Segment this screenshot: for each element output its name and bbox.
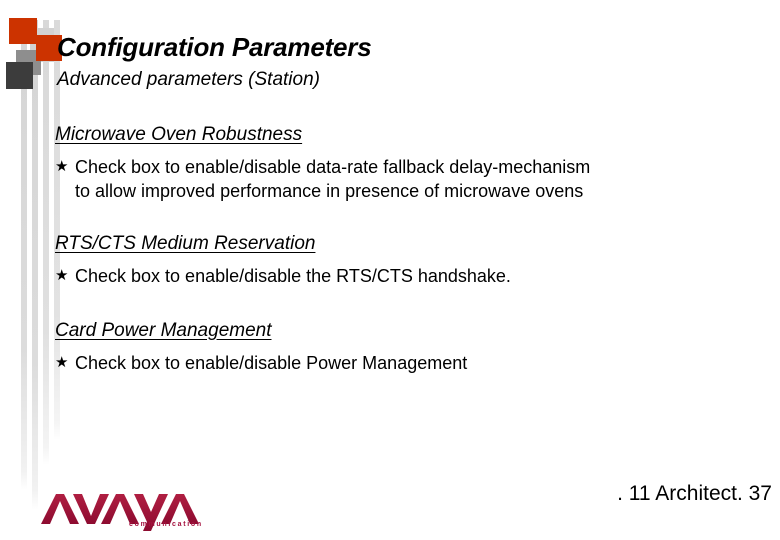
bullet-text: Check box to enable/disable Power Manage… <box>75 352 468 373</box>
decorative-square-mid-gray <box>16 50 41 75</box>
decorative-vertical-line-3 <box>43 20 49 465</box>
section-heading: Microwave Oven Robustness <box>55 124 303 145</box>
section-heading: Card Power Management <box>55 319 272 341</box>
logo-tagline: communication <box>129 521 203 528</box>
star-bullet-icon: ★ <box>55 157 69 175</box>
star-bullet-icon: ★ <box>55 353 69 371</box>
page-title: Configuration Parameters <box>57 32 372 62</box>
bullet-text: Check box to enable/disable data-rate fa… <box>75 156 591 201</box>
slide-content: Microwave Oven Robustness ★ Check box to… <box>55 124 767 375</box>
section-card-power-management: Card Power Management ★ Check box to ena… <box>55 320 767 375</box>
bullet-item: ★ Check box to enable/disable Power Mana… <box>55 351 767 375</box>
decorative-vertical-line-1 <box>21 20 27 490</box>
bullet-item: ★ Check box to enable/disable the RTS/CT… <box>55 264 767 288</box>
bullet-text: Check box to enable/disable the RTS/CTS … <box>75 265 511 286</box>
avaya-logo: communication <box>38 486 238 536</box>
bullet-item: ★ Check box to enable/disable data-rate … <box>55 155 767 203</box>
star-bullet-icon: ★ <box>55 266 69 284</box>
decorative-square-red-upper <box>9 18 37 44</box>
decorative-square-dark-gray <box>6 62 33 89</box>
slide-canvas: Configuration Parameters Advanced parame… <box>0 0 780 540</box>
page-subtitle: Advanced parameters (Station) <box>57 69 320 91</box>
section-rts-cts-medium-reservation: RTS/CTS Medium Reservation ★ Check box t… <box>55 233 767 288</box>
decorative-vertical-line-2 <box>32 20 38 510</box>
avaya-wordmark-icon <box>41 494 199 531</box>
decorative-square-light-gray <box>30 28 54 62</box>
section-microwave-oven-robustness: Microwave Oven Robustness ★ Check box to… <box>55 124 767 203</box>
footer-right-text: . 11 Architect. 37 <box>617 482 772 505</box>
section-heading: RTS/CTS Medium Reservation <box>55 232 316 254</box>
title-block: Configuration Parameters Advanced parame… <box>57 32 757 91</box>
